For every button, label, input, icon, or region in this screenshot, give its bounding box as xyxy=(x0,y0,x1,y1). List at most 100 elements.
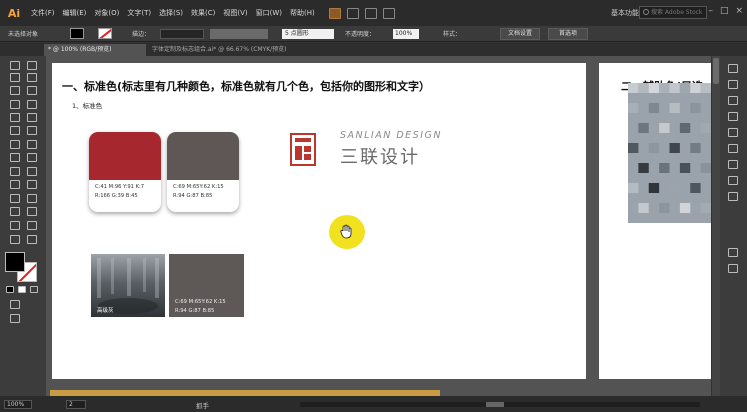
document-tab-bar: * @ 100% (RGB/预览) 字体定制及标志组合.ai* @ 66.67%… xyxy=(0,43,747,56)
opacity-field[interactable]: 100% xyxy=(393,29,419,39)
fill-color-box[interactable] xyxy=(5,252,25,272)
pixelated-image xyxy=(628,83,711,223)
color-card-gray: C:69 M:65Y:62 K:15 R:94 G:87 B:85 xyxy=(167,132,239,212)
zoom-level-field[interactable]: 100% xyxy=(4,400,32,409)
menu-select[interactable]: 选择(S) xyxy=(159,8,183,18)
paintbrush-tool-icon[interactable] xyxy=(27,113,37,122)
libraries-panel-icon[interactable] xyxy=(728,264,738,273)
bridge-icon[interactable] xyxy=(328,7,341,19)
search-icon xyxy=(643,9,649,15)
perspective-grid-tool-icon[interactable] xyxy=(27,167,37,176)
gpu-icon[interactable] xyxy=(364,7,377,19)
column-graph-tool-icon[interactable] xyxy=(27,207,37,216)
scale-tool-icon[interactable] xyxy=(27,140,37,149)
color-panel-icon[interactable] xyxy=(728,64,738,73)
document-setup-button[interactable]: 文档设置 xyxy=(500,28,540,40)
horizontal-scrollbar[interactable] xyxy=(300,402,700,407)
shape-builder-tool-icon[interactable] xyxy=(10,167,20,176)
lasso-tool-icon[interactable] xyxy=(27,73,37,82)
menu-type[interactable]: 文字(T) xyxy=(127,8,151,18)
stroke-label: 描边： xyxy=(132,31,151,38)
gray-photo-sample: 高级灰 xyxy=(91,254,165,317)
magic-wand-tool-icon[interactable] xyxy=(10,73,20,82)
artboard-standard-colors[interactable]: 一、标准色(标志里有几种颜色，标准色就有几个色，包括你的图形和文字） 1、标准色… xyxy=(52,63,586,379)
status-bar: 100% 2 抓手 xyxy=(0,396,747,412)
arrange-documents-icon[interactable] xyxy=(382,7,395,19)
symbol-sprayer-tool-icon[interactable] xyxy=(10,207,20,216)
gradient-mode-icon[interactable] xyxy=(18,286,26,293)
selection-tool-icon[interactable] xyxy=(10,61,20,70)
eyedropper-tool-icon[interactable] xyxy=(10,194,20,203)
zoom-tool-icon[interactable] xyxy=(27,235,37,244)
menu-window[interactable]: 窗口(W) xyxy=(256,8,282,18)
curvature-tool-icon[interactable] xyxy=(27,86,37,95)
gradient-panel-icon[interactable] xyxy=(728,144,738,153)
menu-effect[interactable]: 效果(C) xyxy=(191,8,215,18)
rotate-tool-icon[interactable] xyxy=(10,140,20,149)
symbols-panel-icon[interactable] xyxy=(728,112,738,121)
type-tool-icon[interactable] xyxy=(10,100,20,109)
shaper-tool-icon[interactable] xyxy=(10,126,20,135)
close-icon[interactable]: × xyxy=(735,6,743,16)
menu-view[interactable]: 视图(V) xyxy=(223,8,247,18)
color-mode-icon[interactable] xyxy=(6,286,14,293)
graphic-styles-panel-icon[interactable] xyxy=(728,192,738,201)
menu-object[interactable]: 对象(O) xyxy=(94,8,119,18)
artboard-auxiliary-colors[interactable]: 二、辅助色(只选 xyxy=(599,63,711,379)
logo-seal-icon xyxy=(290,133,316,166)
slice-tool-icon[interactable] xyxy=(27,221,37,230)
illustrator-window: Ai 文件(F) 编辑(E) 对象(O) 文字(T) 选择(S) 效果(C) 视… xyxy=(0,0,747,412)
color-swatch-red xyxy=(89,132,161,180)
line-tool-icon[interactable] xyxy=(27,100,37,109)
stroke-weight-field[interactable] xyxy=(160,29,204,39)
sanlian-logo: SANLIAN DESIGN 三联设计 xyxy=(290,130,460,170)
menu-file[interactable]: 文件(F) xyxy=(31,8,55,18)
width-tool-icon[interactable] xyxy=(10,153,20,162)
menu-edit[interactable]: 编辑(E) xyxy=(63,8,87,18)
stroke-swatch[interactable] xyxy=(98,28,112,39)
draw-mode-icon[interactable] xyxy=(10,300,20,309)
fill-swatch[interactable] xyxy=(70,28,84,39)
gradient-tool-icon[interactable] xyxy=(27,180,37,189)
appearance-panel-icon[interactable] xyxy=(728,176,738,185)
vertical-scrollbar[interactable] xyxy=(712,56,720,396)
layers-panel-icon[interactable] xyxy=(728,248,738,257)
red-rgb-value: R:166 G:39 B:45 xyxy=(95,193,138,199)
none-mode-icon[interactable] xyxy=(30,286,38,293)
workspace-switcher[interactable]: 基本功能 xyxy=(611,8,639,18)
minimize-icon[interactable]: – xyxy=(708,6,713,16)
eraser-tool-icon[interactable] xyxy=(27,126,37,135)
horizontal-scroll-thumb[interactable] xyxy=(486,402,504,407)
transparency-panel-icon[interactable] xyxy=(728,160,738,169)
screen-mode-icon[interactable] xyxy=(10,314,20,323)
mesh-tool-icon[interactable] xyxy=(10,180,20,189)
stock-search-input[interactable]: 搜索 Adobe Stock xyxy=(639,6,707,19)
blend-tool-icon[interactable] xyxy=(27,194,37,203)
variable-width-profile[interactable] xyxy=(210,29,268,39)
brushes-panel-icon[interactable] xyxy=(728,96,738,105)
hand-tool-icon[interactable] xyxy=(10,235,20,244)
direct-selection-tool-icon[interactable] xyxy=(27,61,37,70)
free-transform-tool-icon[interactable] xyxy=(27,153,37,162)
control-bar: 未选择对象 描边： 5 点圆形 不透明度： 100% 样式： 文档设置 首选项 xyxy=(0,26,747,42)
maximize-icon[interactable]: □ xyxy=(720,6,729,16)
rectangle-tool-icon[interactable] xyxy=(10,113,20,122)
swatches-panel-icon[interactable] xyxy=(728,80,738,89)
brush-definition[interactable]: 5 点圆形 xyxy=(282,29,334,39)
stock-icon[interactable] xyxy=(346,7,359,19)
window-controls: – □ × xyxy=(701,6,743,16)
preferences-button[interactable]: 首选项 xyxy=(548,28,588,40)
app-logo: Ai xyxy=(7,6,21,20)
artboard-tool-icon[interactable] xyxy=(10,221,20,230)
menu-help[interactable]: 帮助(H) xyxy=(290,8,315,18)
tools-panel xyxy=(0,56,46,396)
gray-block-rgb: R:94 G:87 B:85 xyxy=(175,308,215,314)
red-cmyk-value: C:41 M:96 Y:91 K:7 xyxy=(95,184,145,190)
artboard-navigation-field[interactable]: 2 xyxy=(66,400,86,409)
stroke-panel-icon[interactable] xyxy=(728,128,738,137)
vertical-scroll-thumb[interactable] xyxy=(713,58,719,84)
tab-logo-document[interactable]: 字体定制及标志组合.ai* @ 66.67% (CMYK/预览) xyxy=(148,44,348,56)
opacity-label: 不透明度： xyxy=(345,31,376,38)
pen-tool-icon[interactable] xyxy=(10,86,20,95)
tab-active-document[interactable]: * @ 100% (RGB/预览) xyxy=(44,44,146,56)
